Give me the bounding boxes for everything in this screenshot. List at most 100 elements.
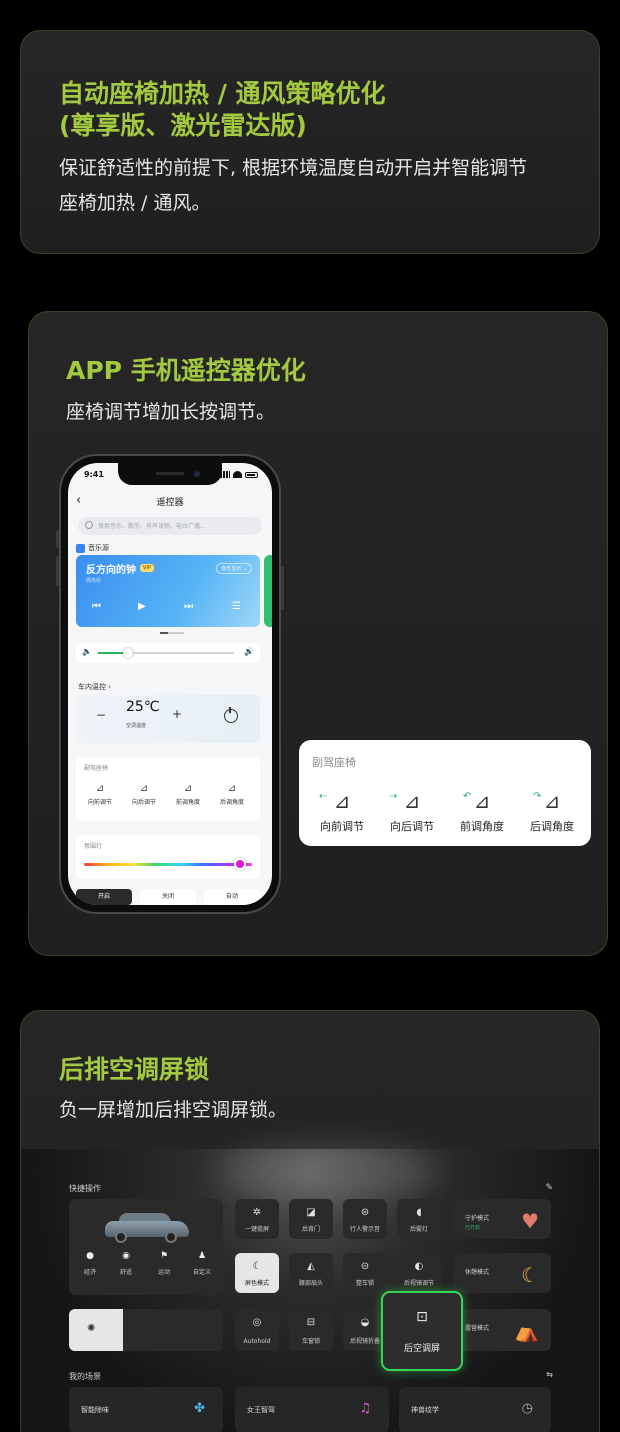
music-note-icon: ♫: [359, 1401, 371, 1416]
camera-icon: [194, 471, 200, 477]
one-key-screen-button[interactable]: ✲ 一键揽屏: [235, 1199, 279, 1239]
camping-mode-tile[interactable]: 露营模式 ⛺: [453, 1309, 551, 1351]
tile-label: 后空调屏: [403, 1344, 440, 1354]
pedestrian-alert-button[interactable]: ⊜ 行人警示音: [343, 1199, 387, 1239]
card-title: APP 手机遥控器优化: [66, 356, 306, 385]
edit-icon[interactable]: ✎: [545, 1183, 553, 1193]
temp-plus-button[interactable]: +: [172, 707, 182, 721]
ambient-title: 氛围灯: [84, 843, 103, 850]
speaker-grille: [156, 472, 184, 475]
seat-icon: ⊿: [227, 783, 237, 794]
tent-icon: ⛺: [514, 1319, 539, 1343]
mirror-adjust-button[interactable]: ◐ 后视镜调节: [397, 1253, 441, 1293]
music-player-card[interactable]: 反方向的钟 VIP 周杰伦 音乐显示 ⌄ ⏮ ▶ ⏭ ☰: [76, 555, 260, 627]
music-source-chip[interactable]: 音乐显示 ⌄: [216, 563, 252, 574]
scene-label: 女王智驾: [247, 1406, 275, 1414]
comfort-icon: ◉: [122, 1251, 130, 1261]
temp-minus-button[interactable]: −: [96, 708, 106, 722]
quick-ops-label: 快捷操作: [69, 1184, 101, 1193]
autohold-button[interactable]: ◎ Autohold: [235, 1309, 279, 1351]
seat-recline-forward-button[interactable]: ⊿ 前调角度: [168, 783, 208, 806]
arrow-left-icon: ⇠: [319, 791, 328, 802]
seat-label: 后调角度: [219, 799, 244, 806]
seat-label: 向前调节: [87, 799, 112, 806]
music-source-label: 音乐源: [76, 543, 109, 553]
rear-ac-screen-lock-button[interactable]: ⊡ 后空调屏: [381, 1291, 463, 1371]
lumbar-button[interactable]: ◭ 腰部扇头: [289, 1253, 333, 1293]
prev-icon[interactable]: ⏮: [92, 601, 101, 612]
seat-recline-forward-button[interactable]: ⊿ ↶ 前调角度: [447, 788, 517, 834]
seat-forward-button[interactable]: ⊿ ⇠ 向前调节: [307, 788, 377, 834]
card-title-line2: (尊享版、激光雷达版): [59, 111, 307, 140]
seat-backward-icon: ⊿ ⇢: [377, 788, 447, 814]
ambient-color-slider[interactable]: [84, 863, 252, 866]
tile-label: 后视镜调节: [403, 1280, 434, 1287]
seat-forward-button[interactable]: ⊿ 向前调节: [80, 783, 120, 806]
seat-recline-back-button[interactable]: ⊿ ↷ 后调角度: [517, 788, 587, 834]
volume-control: 🔈 🔊: [76, 643, 260, 663]
passenger-seat-panel-small: 副驾座椅 ⊿ 向前调节 ⊿ 向后调节 ⊿ 前调角度 ⊿ 后调角度: [76, 757, 260, 821]
rest-mode-tile[interactable]: 休憩模式 ☾: [453, 1253, 551, 1293]
window-lock-button[interactable]: ⊟ 车窗锁: [289, 1309, 333, 1351]
clock-icon: ◷: [521, 1401, 533, 1416]
mode-sport-button[interactable]: ⚑ 运动: [149, 1251, 179, 1276]
tab-off[interactable]: 关闭: [140, 889, 196, 905]
ambient-color-knob[interactable]: [234, 858, 246, 870]
phone-notch: [118, 463, 222, 485]
volume-high-icon[interactable]: 🔊: [244, 647, 254, 656]
scene-pet[interactable]: 神兽纹学 ◷: [399, 1387, 551, 1432]
scene-queen-drive[interactable]: 女王智驾 ♫: [235, 1387, 389, 1432]
car-lock-icon: ⊝: [360, 1261, 370, 1272]
music-source-text: 音乐源: [88, 544, 109, 552]
next-icon[interactable]: ⏭: [184, 601, 193, 612]
seat-label: 向后调节: [131, 799, 156, 806]
volume-low-icon[interactable]: 🔈: [82, 647, 92, 656]
mode-status: 已开启: [465, 1225, 481, 1231]
rear-fog-light-button[interactable]: ◖ 后雾灯: [397, 1199, 441, 1239]
search-input[interactable]: 搜索音乐、歌手、有声读物、电台广播...: [78, 517, 262, 535]
brightness-slider[interactable]: ✺: [69, 1309, 223, 1351]
scene-deodorize[interactable]: 智能除味 ✤: [69, 1387, 223, 1432]
volume-knob[interactable]: [122, 648, 133, 658]
seat-icon: ⊿: [183, 783, 193, 794]
rotate-right-icon: ↷: [533, 791, 542, 802]
car-sound-icon: ⊜: [360, 1207, 370, 1218]
seat-recline-back-icon: ⊿ ↷: [517, 788, 587, 814]
mode-label: 运动: [157, 1269, 170, 1276]
card-desc-line1: 保证舒适性的前提下, 根据环境温度自动开启并智能调节: [59, 157, 528, 179]
seat-recline-back-button[interactable]: ⊿ 后调角度: [212, 783, 252, 806]
tile-label: 一键揽屏: [244, 1226, 269, 1233]
seat-backward-button[interactable]: ⊿ 向后调节: [124, 783, 164, 806]
power-icon[interactable]: [224, 707, 238, 723]
next-card-peek[interactable]: [264, 555, 272, 627]
tailgate-button[interactable]: ◪ 后背门: [289, 1199, 333, 1239]
brightness-icon: ✺: [87, 1323, 96, 1334]
seat-backward-button[interactable]: ⊿ ⇢ 向后调节: [377, 788, 447, 834]
mirror-icon: ◐: [414, 1261, 424, 1272]
fan-icon: ✤: [194, 1401, 205, 1416]
vehicle-lock-button[interactable]: ⊝ 整车锁: [343, 1253, 387, 1293]
mode-custom-button[interactable]: ♟ 自定义: [187, 1251, 217, 1276]
tile-label: 整车锁: [355, 1280, 374, 1287]
playlist-icon[interactable]: ☰: [232, 601, 241, 612]
top-glow: [221, 1141, 441, 1201]
mode-label: 自定义: [192, 1269, 211, 1276]
tab-auto[interactable]: 自动: [204, 889, 260, 905]
moon-icon: ☾: [252, 1261, 262, 1272]
climate-control: − 25℃ 空调温度 +: [76, 695, 260, 743]
phone-side-button: [281, 566, 284, 610]
guard-mode-tile[interactable]: 守护模式 已开启 ♥: [453, 1199, 551, 1239]
mode-eco-button[interactable]: ● 经济: [75, 1251, 105, 1276]
swap-icon[interactable]: ⇆: [546, 1370, 553, 1379]
tile-label: 腰部扇头: [298, 1280, 323, 1287]
tile-label: 屏色模式: [244, 1280, 269, 1287]
car-wheel: [115, 1231, 127, 1243]
mode-comfort-button[interactable]: ◉ 舒适: [111, 1251, 141, 1276]
tab-on[interactable]: 开启: [76, 889, 132, 905]
play-icon[interactable]: ▶: [138, 601, 146, 612]
volume-slider[interactable]: [98, 648, 234, 658]
song-artist: 周杰伦: [86, 578, 102, 584]
seat-icon: ⊿: [95, 783, 105, 794]
climate-label[interactable]: 车内温控 ›: [78, 682, 111, 692]
screen-color-mode-button[interactable]: ☾ 屏色模式: [235, 1253, 279, 1293]
